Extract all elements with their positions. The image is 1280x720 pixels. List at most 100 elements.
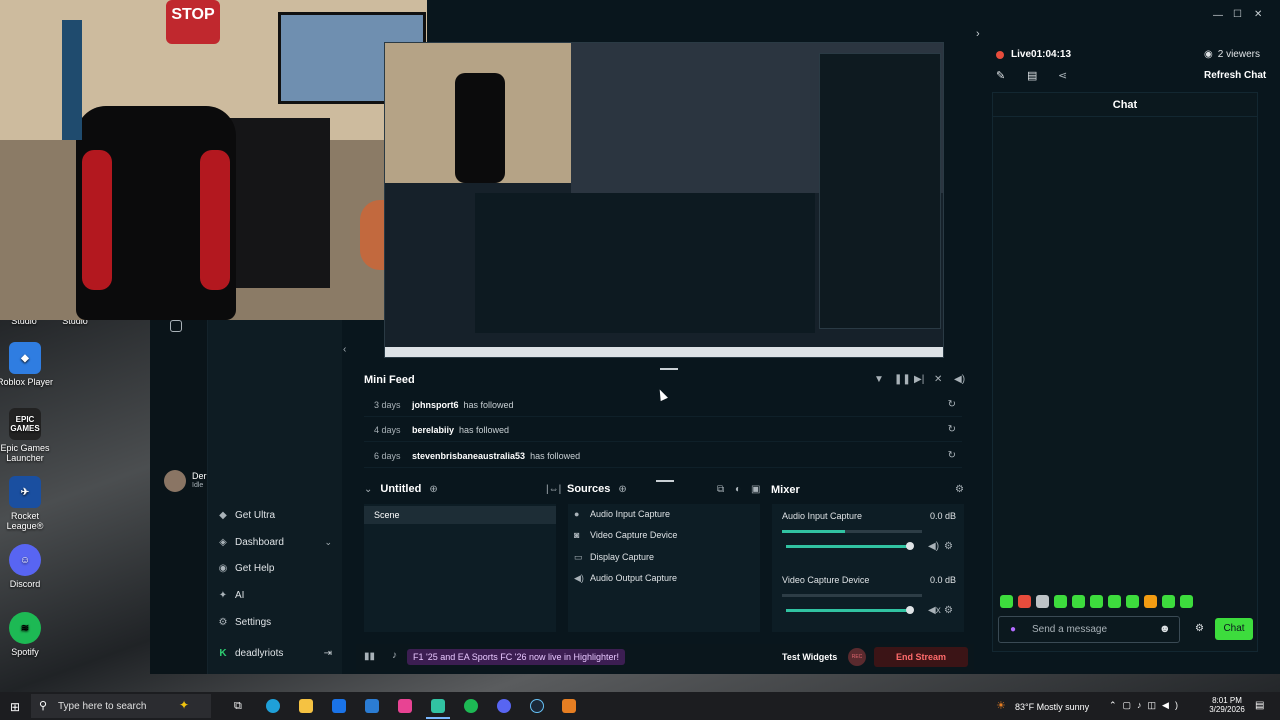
logout-icon[interactable]: ⇥ xyxy=(324,648,332,659)
record-button[interactable]: REC xyxy=(848,648,866,666)
store-icon[interactable] xyxy=(332,699,346,713)
nav-item-settings[interactable]: ⚙ Settings xyxy=(218,617,272,628)
mute-icon[interactable]: ◀) xyxy=(928,541,939,552)
emote-icon[interactable] xyxy=(1090,595,1103,608)
preview-nested-app xyxy=(475,193,815,333)
end-stream-button[interactable]: End Stream xyxy=(874,647,968,667)
edge-icon[interactable] xyxy=(266,699,280,713)
nav-item-get-ultra[interactable]: ◆ Get Ultra xyxy=(218,510,275,521)
notifications-icon[interactable]: ▤ xyxy=(1255,700,1264,711)
volume-slider[interactable] xyxy=(786,545,910,548)
collapse-nav-chevron-icon[interactable]: ‹ xyxy=(343,344,346,355)
emote-icon[interactable] xyxy=(1126,595,1139,608)
refresh-chat-button[interactable]: Refresh Chat xyxy=(1204,70,1266,81)
replay-icon[interactable]: ↻ xyxy=(948,424,956,435)
skip-icon[interactable]: ▶| xyxy=(914,374,924,385)
mute-alerts-icon[interactable]: ✕ xyxy=(934,374,942,385)
transitions-icon[interactable]: |⇔| xyxy=(546,484,561,495)
desktop-icon-discord[interactable]: ☺ Discord xyxy=(0,544,55,589)
emote-icon[interactable] xyxy=(1000,595,1013,608)
emote-icon[interactable] xyxy=(1036,595,1049,608)
source-group-icon[interactable]: ⧉ xyxy=(717,484,724,495)
chat-title: Chat xyxy=(993,93,1257,117)
feed-action: has followed xyxy=(459,424,510,435)
nav-item-dashboard[interactable]: ◈ Dashboard ⌄ xyxy=(218,537,332,548)
emote-icon[interactable] xyxy=(1162,595,1175,608)
close-button[interactable]: ✕ xyxy=(1254,9,1262,20)
collapse-chat-chevron-icon[interactable]: › xyxy=(976,28,980,40)
desktop-icon-roblox[interactable]: ◆ Roblox Player xyxy=(0,342,55,387)
clip-icon[interactable]: ▤ xyxy=(1027,69,1037,82)
test-widgets-button[interactable]: Test Widgets xyxy=(782,652,837,662)
studio-mode-icon[interactable] xyxy=(170,320,182,332)
app-taskbar-icon[interactable] xyxy=(562,699,576,713)
filter-icon[interactable]: ▼ xyxy=(874,374,884,385)
system-tray-icons[interactable]: ⌃▢♪◫◀) xyxy=(1109,700,1184,711)
taskbar-clock[interactable]: 8:01 PM 3/29/2026 xyxy=(1206,696,1248,714)
desktop-icon-epic-games[interactable]: EPIC GAMES Epic Games Launcher xyxy=(0,408,55,463)
promo-banner[interactable]: F1 '25 and EA Sports FC '26 now live in … xyxy=(407,649,626,665)
muted-icon[interactable]: ◀x xyxy=(928,605,941,616)
level-meter xyxy=(782,594,922,597)
emote-icon[interactable] xyxy=(1018,595,1031,608)
mixer-settings-gear-icon[interactable]: ⚙ xyxy=(955,484,964,495)
file-explorer-icon[interactable] xyxy=(299,699,313,713)
emote-icon[interactable] xyxy=(1072,595,1085,608)
chat-send-button[interactable]: Chat xyxy=(1215,618,1253,640)
user-card[interactable]: Der Idle xyxy=(164,468,208,492)
replay-icon[interactable]: ↻ xyxy=(948,399,956,410)
volume-slider-knob[interactable] xyxy=(906,606,914,614)
source-item[interactable]: ▭ Display Capture xyxy=(574,552,654,562)
taskbar-search[interactable]: ⚲ Type here to search ✦ xyxy=(31,694,211,718)
spotify-taskbar-icon[interactable] xyxy=(464,699,478,713)
chat-settings-gear-icon[interactable]: ⚙ xyxy=(1195,623,1204,634)
windows-start-icon[interactable]: ⊞ xyxy=(10,700,20,714)
desktop-icon-rocket-league[interactable]: ✈ Rocket League® xyxy=(0,476,55,531)
steam-icon[interactable] xyxy=(530,699,544,713)
performance-icon[interactable]: ▮▮ xyxy=(364,651,375,662)
nav-item-get-help[interactable]: ◉ Get Help xyxy=(218,563,275,574)
source-item[interactable]: ◀) Audio Output Capture xyxy=(574,573,677,583)
replay-icon[interactable]: ↻ xyxy=(948,450,956,461)
resize-handle[interactable] xyxy=(656,480,674,482)
emoji-icon[interactable]: ☻ xyxy=(1159,623,1171,635)
edit-stream-info-icon[interactable]: ✎ xyxy=(996,69,1005,82)
chevron-down-icon[interactable]: ⌄ xyxy=(364,484,372,495)
nav-account[interactable]: K deadlyriots ⇥ xyxy=(218,648,332,659)
scene-collection-title[interactable]: Untitled xyxy=(380,483,421,495)
task-view-icon[interactable]: ⧉ xyxy=(234,700,242,713)
notification-bell-icon[interactable]: ♪ xyxy=(392,650,397,661)
source-visibility-icon[interactable]: ◐ xyxy=(735,484,741,495)
mail-icon[interactable] xyxy=(365,699,379,713)
chat-input[interactable]: ● Send a message ☻ xyxy=(998,616,1180,643)
resize-handle[interactable] xyxy=(660,368,678,370)
scene-item[interactable]: Scene xyxy=(364,506,556,524)
emote-icon[interactable] xyxy=(1144,595,1157,608)
share-icon[interactable]: ⋖ xyxy=(1058,69,1067,82)
weather-label[interactable]: 83°F Mostly sunny xyxy=(1015,702,1089,712)
source-item[interactable]: ◙ Video Capture Device xyxy=(574,530,677,540)
streamlabs-taskbar-icon[interactable] xyxy=(431,699,445,713)
volume-slider[interactable] xyxy=(786,609,910,612)
maximize-button[interactable]: ☐ xyxy=(1233,9,1242,20)
emote-icon[interactable] xyxy=(1180,595,1193,608)
discord-taskbar-icon[interactable] xyxy=(497,699,511,713)
source-item[interactable]: ● Audio Input Capture xyxy=(574,509,670,519)
nav-item-ai[interactable]: ✦ AI xyxy=(218,590,245,601)
channel-settings-gear-icon[interactable]: ⚙ xyxy=(944,541,953,552)
minimize-button[interactable]: — xyxy=(1213,10,1223,21)
pause-icon[interactable]: ❚❚ xyxy=(894,374,911,385)
desktop-icon-spotify[interactable]: ≋ Spotify xyxy=(0,612,55,657)
mini-feed-title: Mini Feed xyxy=(364,374,415,386)
volume-icon[interactable]: ◀) xyxy=(954,374,965,385)
add-scene-icon[interactable]: ⊕ xyxy=(429,484,437,495)
emote-icon[interactable] xyxy=(1054,595,1067,608)
photos-icon[interactable] xyxy=(398,699,412,713)
emote-icon[interactable] xyxy=(1108,595,1121,608)
volume-slider-knob[interactable] xyxy=(906,542,914,550)
source-folder-icon[interactable]: ▣ xyxy=(751,484,760,495)
channel-settings-gear-icon[interactable]: ⚙ xyxy=(944,605,953,616)
add-source-icon[interactable]: ⊕ xyxy=(618,484,626,495)
feed-row: 4 days berelabiiy has followed ↻ xyxy=(364,418,962,442)
microphone-icon[interactable]: ● xyxy=(1010,624,1016,635)
